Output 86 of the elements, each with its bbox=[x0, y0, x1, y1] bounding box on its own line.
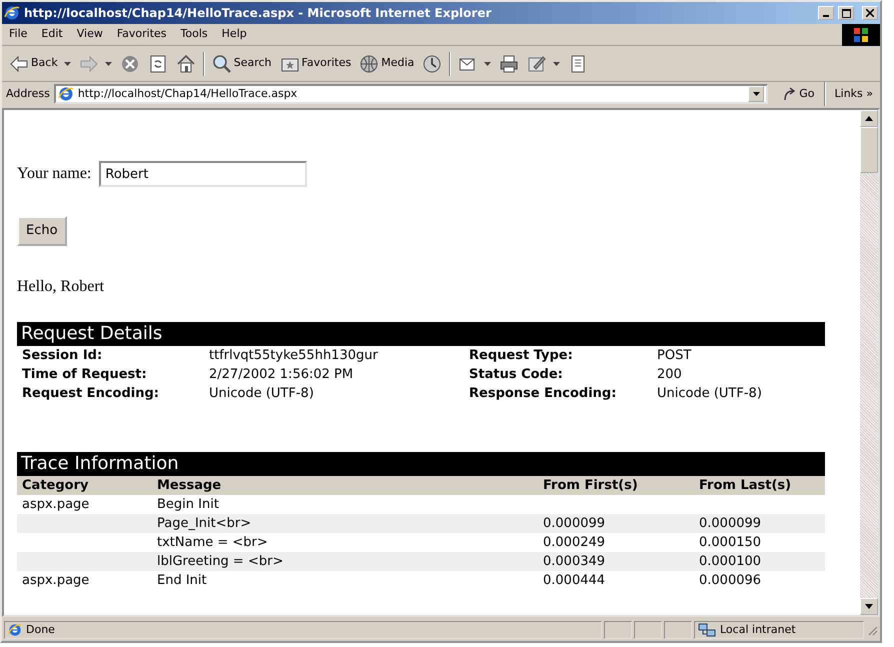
stop-icon bbox=[120, 54, 140, 74]
close-icon bbox=[866, 9, 874, 17]
field-label: Request Encoding: bbox=[22, 384, 160, 402]
section-heading: Trace Information bbox=[17, 452, 825, 476]
scroll-up-button[interactable] bbox=[860, 110, 878, 127]
table-cell-text: Begin Init bbox=[156, 496, 220, 514]
column-header: Message bbox=[157, 476, 222, 494]
column-header: From First(s) bbox=[543, 476, 639, 494]
zone-text: Local intranet bbox=[720, 622, 796, 638]
back-button[interactable]: Back bbox=[6, 52, 74, 76]
scroll-down-button[interactable] bbox=[860, 598, 878, 615]
refresh-icon bbox=[148, 54, 168, 74]
table-cell-text: txtName = <br> bbox=[156, 534, 269, 552]
media-button[interactable]: Media bbox=[356, 52, 418, 76]
links-button[interactable]: Links » bbox=[832, 84, 876, 104]
edit-icon bbox=[527, 54, 548, 74]
table-cell-text: 0.000249 bbox=[542, 534, 606, 552]
go-button[interactable]: Go bbox=[780, 84, 818, 104]
field-label: Session Id: bbox=[22, 346, 104, 364]
table-cell-text: 0.000096 bbox=[698, 572, 762, 590]
table-cell-text: 0.000349 bbox=[542, 552, 606, 570]
status-pane bbox=[604, 621, 632, 639]
status-text: Done bbox=[26, 622, 55, 638]
table-cell-text: Page_Init<br> bbox=[156, 514, 252, 532]
menu-item[interactable]: Edit bbox=[34, 26, 70, 43]
column-header: Category bbox=[22, 476, 90, 494]
browser-logo-icon bbox=[4, 5, 20, 21]
table-cell-text: 0.000099 bbox=[698, 514, 762, 532]
field-value: Unicode (UTF-8) bbox=[657, 384, 763, 402]
caret-icon bbox=[752, 92, 760, 96]
down-arrow-icon bbox=[865, 604, 873, 609]
browser-logo-icon bbox=[8, 623, 22, 637]
echo-button[interactable]: Echo bbox=[17, 216, 67, 246]
scroll-thumb[interactable] bbox=[860, 127, 878, 173]
menu-item[interactable]: Help bbox=[214, 26, 254, 43]
table-cell-text: aspx.page bbox=[21, 496, 90, 514]
address-label: Address bbox=[6, 86, 50, 102]
windows-logo-icon bbox=[842, 24, 880, 46]
table-cell-text: 0.000150 bbox=[698, 534, 762, 552]
search-button[interactable]: Search bbox=[208, 52, 275, 76]
name-label: Your name: bbox=[17, 164, 92, 184]
favorites-button[interactable]: Favorites bbox=[276, 52, 354, 76]
field-value: 2/27/2002 1:56:02 PM bbox=[209, 366, 354, 384]
home-icon bbox=[176, 54, 196, 74]
column-header: From Last(s) bbox=[699, 476, 792, 494]
greeting-text: Hello, Robert bbox=[17, 276, 106, 296]
history-icon bbox=[422, 54, 442, 74]
table-cell-text: End Init bbox=[156, 572, 208, 590]
table-cell-text: aspx.page bbox=[21, 572, 90, 590]
field-label: Status Code: bbox=[469, 366, 564, 384]
table-cell-text: 0.000099 bbox=[542, 514, 606, 532]
maximize-icon bbox=[842, 8, 850, 18]
search-icon bbox=[212, 54, 232, 74]
name-field[interactable]: Robert bbox=[99, 161, 308, 187]
table-cell-text: lblGreeting = <br> bbox=[156, 552, 284, 570]
menu-item[interactable]: File bbox=[2, 26, 34, 43]
field-value: 200 bbox=[657, 366, 683, 384]
table-cell-text: 0.000100 bbox=[698, 552, 762, 570]
back-arrow-icon bbox=[9, 54, 29, 74]
close-button[interactable] bbox=[862, 6, 878, 20]
field-label: Response Encoding: bbox=[469, 384, 618, 402]
field-value: Unicode (UTF-8) bbox=[209, 384, 315, 402]
minimize-button[interactable] bbox=[818, 6, 834, 20]
field-label: Request Type: bbox=[469, 346, 574, 364]
section-heading: Request Details bbox=[17, 322, 825, 346]
address-field[interactable]: http://localhost/Chap14/HelloTrace.aspx bbox=[54, 84, 768, 104]
window-title: http://localhost/Chap14/HelloTrace.aspx - Microsoft Internet Explorer bbox=[24, 5, 492, 22]
globe-icon bbox=[359, 54, 380, 74]
maximize-button[interactable] bbox=[838, 6, 854, 20]
go-arrow-icon bbox=[783, 87, 798, 101]
browser-logo-icon bbox=[58, 86, 74, 102]
printer-icon bbox=[499, 54, 520, 74]
up-arrow-icon bbox=[865, 116, 873, 121]
menu-item[interactable]: Tools bbox=[174, 26, 215, 43]
status-pane bbox=[664, 621, 692, 639]
forward-arrow-icon bbox=[78, 54, 99, 74]
scrollbar[interactable] bbox=[860, 110, 878, 615]
menu-item[interactable]: View bbox=[70, 26, 110, 43]
table-cell-text: 0.000444 bbox=[542, 572, 606, 590]
status-pane bbox=[634, 621, 662, 639]
network-icon bbox=[698, 622, 716, 638]
dropdown-button[interactable] bbox=[748, 86, 764, 102]
field-value: ttfrlvqt55tyke55hh130gur bbox=[209, 346, 379, 364]
field-label: Time of Request: bbox=[22, 366, 148, 384]
field-value: POST bbox=[657, 346, 692, 364]
menu-item[interactable]: Favorites bbox=[110, 26, 174, 43]
